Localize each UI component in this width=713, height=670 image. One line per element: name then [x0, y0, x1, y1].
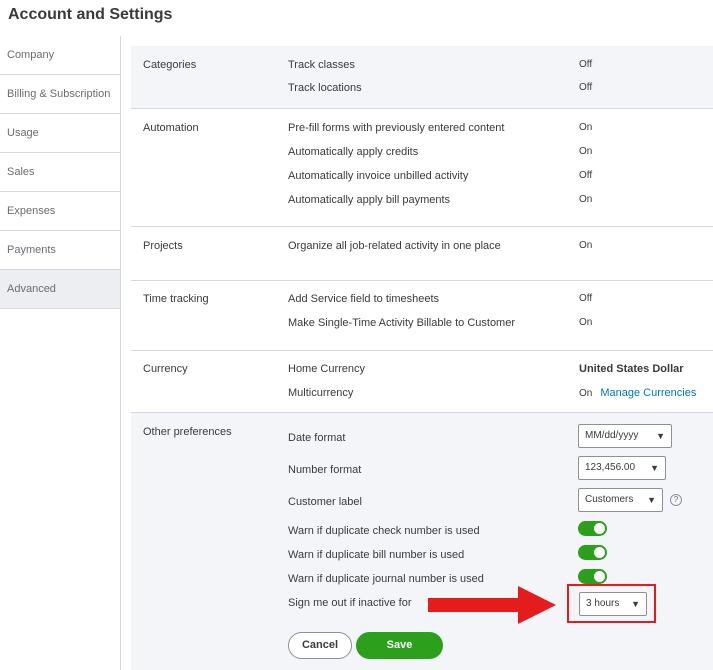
section-title-time-tracking: Time tracking: [143, 293, 209, 305]
home-currency-value: United States Dollar: [579, 363, 684, 375]
customer-label-select[interactable]: Customers ▼: [578, 488, 663, 512]
setting-label: Automatically apply credits: [288, 146, 419, 158]
setting-label: Multicurrency: [288, 387, 354, 399]
settings-sidebar: Company Billing & Subscription Usage Sal…: [0, 36, 121, 670]
setting-row-service-field: Add Service field to timesheets Off: [288, 290, 713, 310]
select-value: MM/dd/yyyy: [585, 430, 639, 441]
setting-value: Off: [579, 59, 593, 70]
caret-down-icon: ▼: [647, 495, 656, 505]
setting-value: On: [579, 317, 593, 328]
toggle-knob: [594, 571, 605, 582]
caret-down-icon: ▼: [656, 431, 665, 441]
number-format-select[interactable]: 123,456.00 ▼: [578, 456, 666, 480]
sidebar-item-billing-subscription[interactable]: Billing & Subscription: [0, 75, 120, 114]
annotation-highlight-box: [567, 584, 656, 623]
setting-label: Number format: [288, 464, 362, 476]
setting-label: Warn if duplicate check number is used: [288, 525, 480, 537]
setting-label: Organize all job-related activity in one…: [288, 240, 501, 252]
sidebar-item-usage[interactable]: Usage: [0, 114, 120, 153]
settings-content: Categories Track classes Off Track locat…: [131, 46, 713, 670]
setting-row-warn-duplicate-check: Warn if duplicate check number is used: [288, 522, 713, 542]
setting-row-invoice-unbilled: Automatically invoice unbilled activity …: [288, 167, 713, 187]
setting-label: Make Single-Time Activity Billable to Cu…: [288, 317, 516, 329]
time-tracking-section[interactable]: Time tracking Add Service field to times…: [131, 281, 713, 351]
setting-label: Customer label: [288, 496, 362, 508]
setting-label: Date format: [288, 432, 346, 444]
sidebar-item-sales[interactable]: Sales: [0, 153, 120, 192]
setting-label: Home Currency: [288, 363, 366, 375]
projects-section[interactable]: Projects Organize all job-related activi…: [131, 227, 713, 281]
setting-value: On: [579, 240, 593, 251]
caret-down-icon: ▼: [650, 463, 659, 473]
red-arrow-icon: [428, 586, 556, 624]
select-value: Customers: [585, 494, 634, 505]
setting-label: Pre-fill forms with previously entered c…: [288, 122, 505, 134]
sidebar-item-company[interactable]: Company: [0, 36, 120, 75]
warn-duplicate-bill-toggle[interactable]: [578, 545, 607, 560]
setting-row-single-time-billable: Make Single-Time Activity Billable to Cu…: [288, 314, 713, 334]
help-icon[interactable]: ?: [670, 494, 682, 506]
save-button[interactable]: Save: [356, 632, 443, 659]
setting-row-home-currency: Home Currency United States Dollar: [288, 360, 713, 380]
warn-duplicate-journal-toggle[interactable]: [578, 569, 607, 584]
setting-row-track-locations: Track locations Off: [288, 79, 713, 99]
section-title-automation: Automation: [143, 122, 199, 134]
toggle-knob: [594, 547, 605, 558]
page-title: Account and Settings: [8, 6, 173, 23]
setting-row-multicurrency: Multicurrency On Manage Currencies: [288, 384, 713, 404]
warn-duplicate-check-toggle[interactable]: [578, 521, 607, 536]
sidebar-item-advanced[interactable]: Advanced: [0, 270, 120, 309]
setting-value: Off: [579, 170, 593, 181]
setting-label: Warn if duplicate bill number is used: [288, 549, 465, 561]
setting-row-apply-credits: Automatically apply credits On: [288, 143, 713, 163]
setting-value: Off: [579, 293, 593, 304]
currency-section[interactable]: Currency Home Currency United States Dol…: [131, 351, 713, 413]
date-format-select[interactable]: MM/dd/yyyy ▼: [578, 424, 672, 448]
setting-label: Add Service field to timesheets: [288, 293, 440, 305]
toggle-knob: [594, 523, 605, 534]
automation-section[interactable]: Automation Pre-fill forms with previousl…: [131, 109, 713, 227]
cancel-button[interactable]: Cancel: [288, 632, 352, 659]
setting-row-track-classes: Track classes Off: [288, 56, 713, 76]
setting-label: Track locations: [288, 82, 362, 94]
setting-label: Automatically apply bill payments: [288, 194, 451, 206]
manage-currencies-link[interactable]: Manage Currencies: [600, 387, 696, 399]
setting-value: Off: [579, 82, 593, 93]
setting-value: On: [579, 194, 593, 205]
setting-value: On: [579, 146, 593, 157]
section-title-other-preferences: Other preferences: [143, 426, 232, 438]
setting-row-apply-bill-payments: Automatically apply bill payments On: [288, 191, 713, 211]
section-title-currency: Currency: [143, 363, 188, 375]
setting-label: Warn if duplicate journal number is used: [288, 573, 484, 585]
setting-label: Automatically invoice unbilled activity: [288, 170, 469, 182]
setting-value-wrap: On Manage Currencies: [579, 387, 696, 399]
setting-label: Sign me out if inactive for: [288, 597, 412, 609]
setting-row-organize-projects: Organize all job-related activity in one…: [288, 237, 713, 257]
select-value: 123,456.00: [585, 462, 636, 473]
setting-row-prefill-forms: Pre-fill forms with previously entered c…: [288, 119, 713, 139]
section-title-projects: Projects: [143, 240, 183, 252]
section-title-categories: Categories: [143, 59, 197, 71]
setting-row-warn-duplicate-bill: Warn if duplicate bill number is used: [288, 546, 713, 566]
categories-section[interactable]: Categories Track classes Off Track locat…: [131, 46, 713, 109]
setting-label: Track classes: [288, 59, 355, 71]
sidebar-item-expenses[interactable]: Expenses: [0, 192, 120, 231]
setting-value: On: [579, 122, 593, 133]
sidebar-item-payments[interactable]: Payments: [0, 231, 120, 270]
setting-value: On: [579, 388, 593, 399]
